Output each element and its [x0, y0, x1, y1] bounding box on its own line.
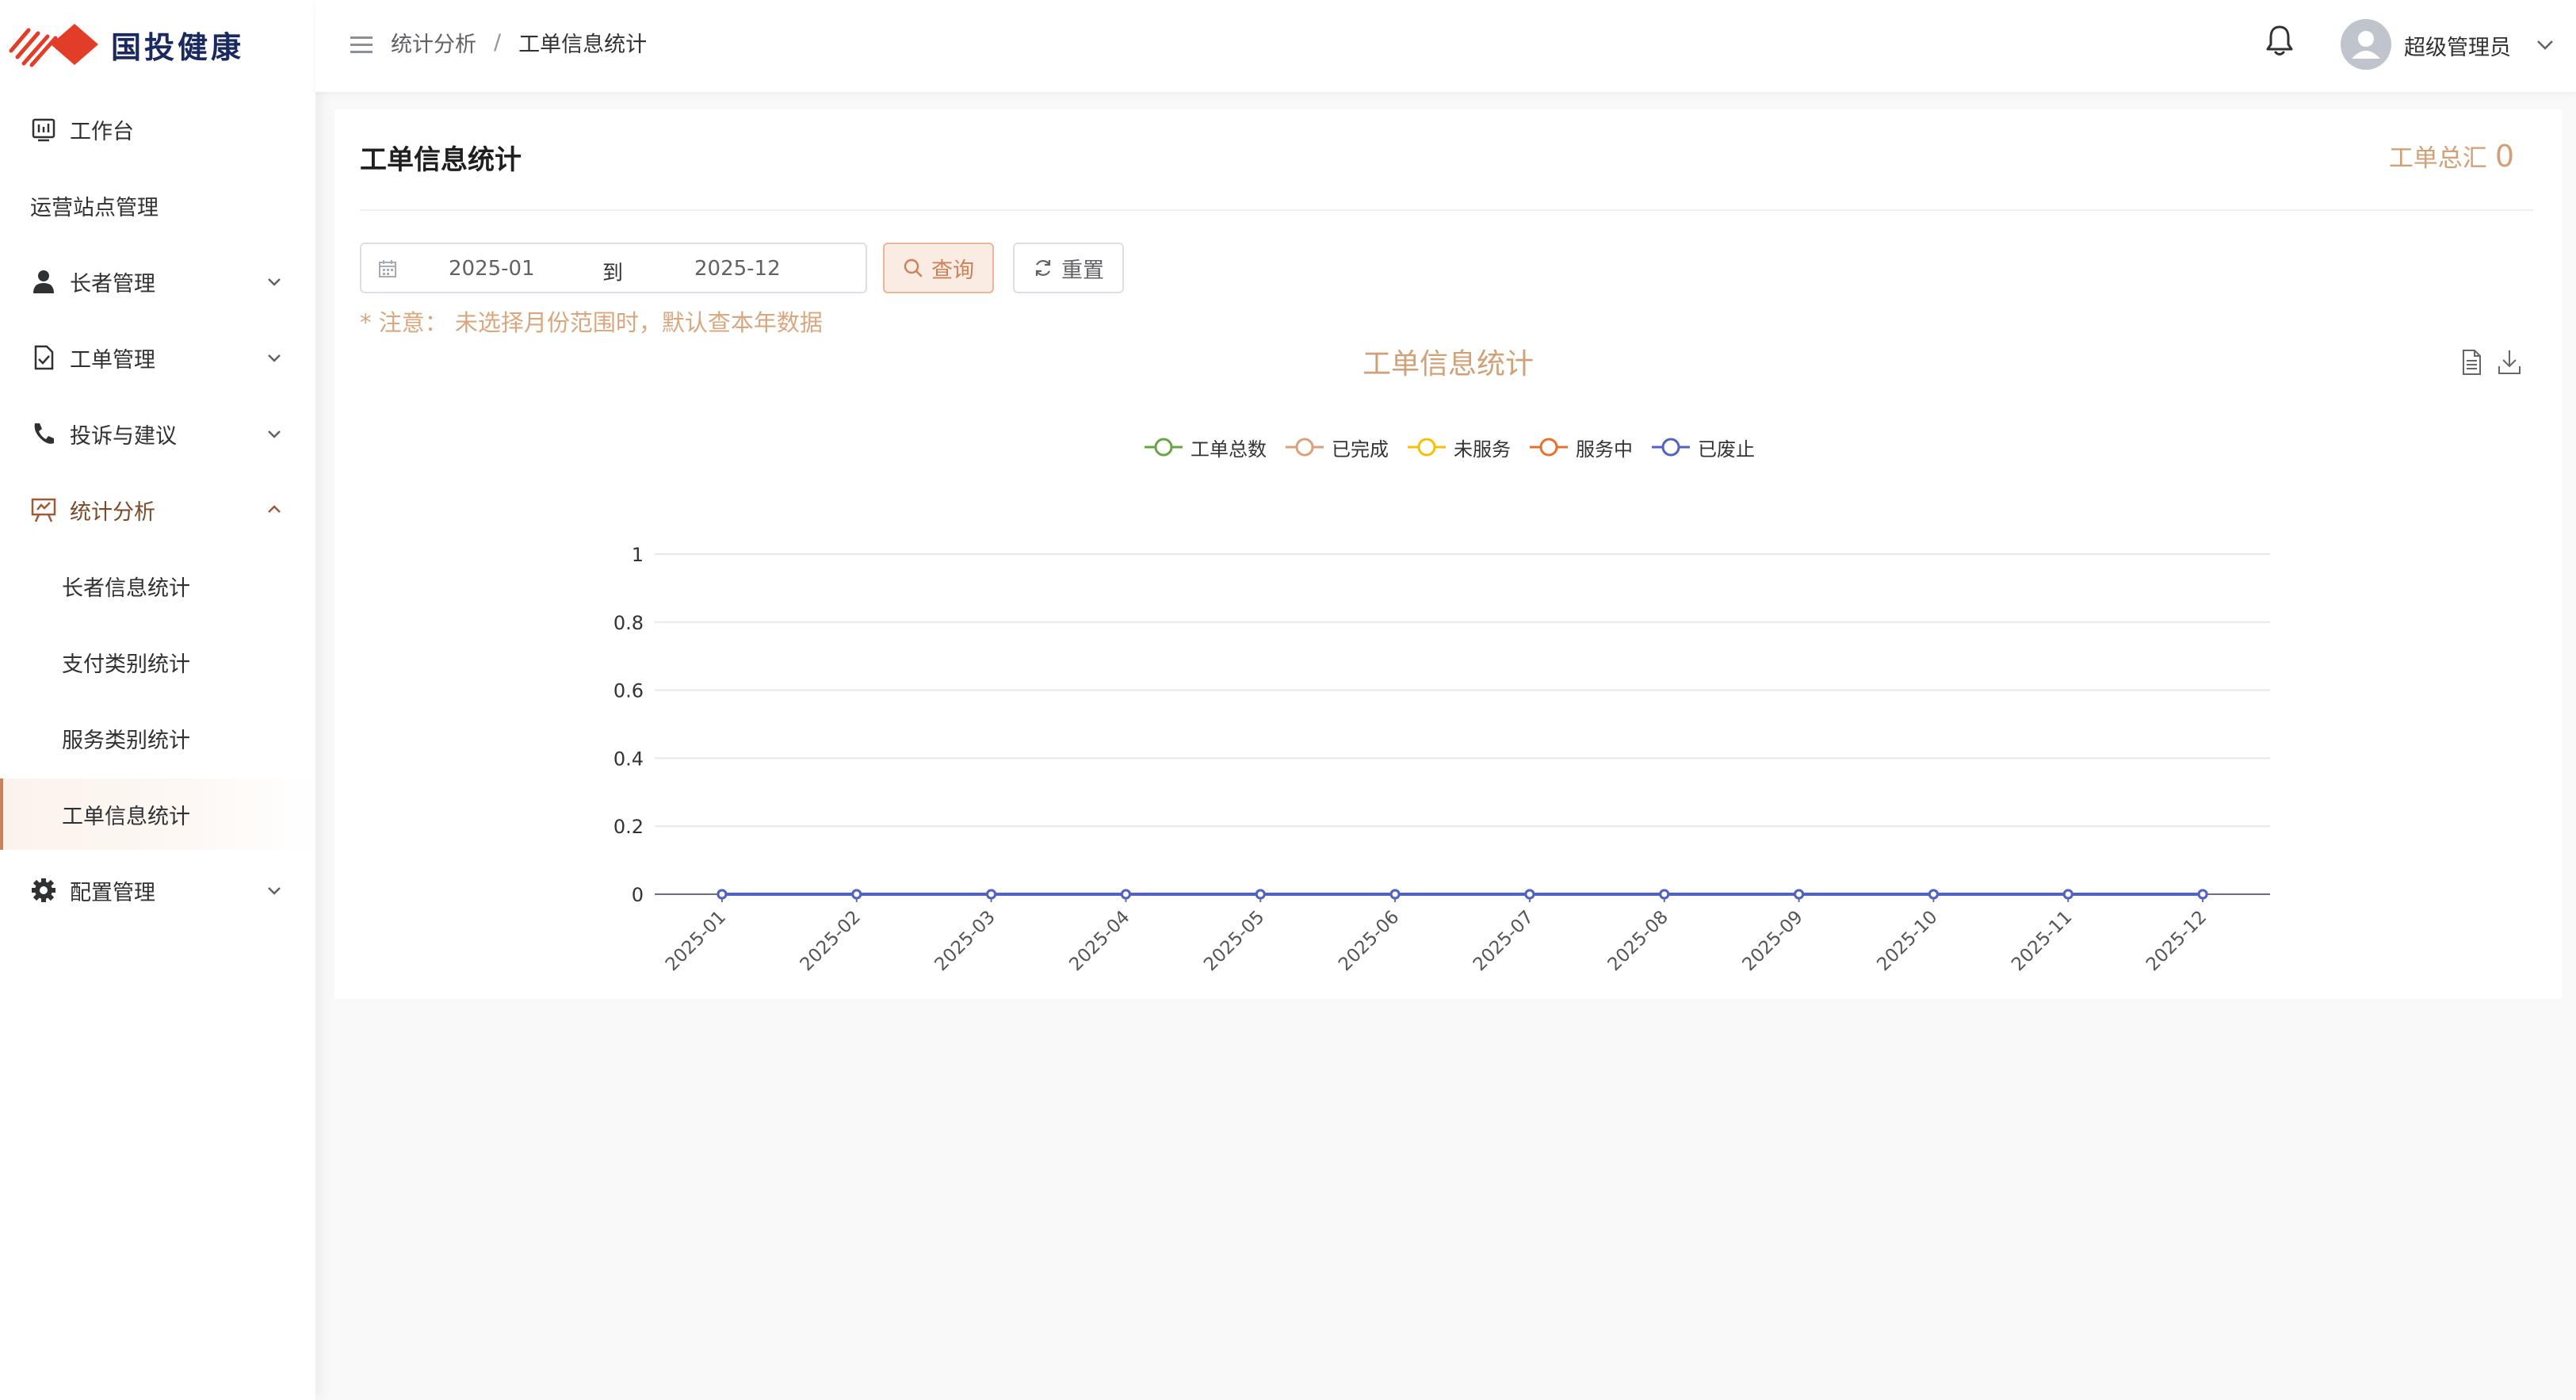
gear-icon [30, 877, 57, 904]
y-tick-label: 1 [632, 544, 644, 566]
chevron-down-icon[interactable] [265, 424, 284, 443]
sidebar-item-10[interactable]: 配置管理 [0, 855, 315, 926]
top-header: 统计分析 / 工单信息统计 超级管理员 [315, 0, 2576, 92]
x-tick-label: 2025-09 [1738, 907, 1806, 975]
sidebar-item-label: 投诉与建议 [70, 423, 177, 449]
sidebar-item-label: 运营站点管理 [30, 195, 159, 220]
line-chart: 0 0.2 0.4 0.6 0.8 1 2025-01 2025-02 2025-03 2025-… [613, 544, 2270, 975]
x-tick-label: 2025-12 [2142, 907, 2211, 975]
avatar[interactable] [2341, 19, 2391, 70]
y-tick-label: 0.2 [613, 816, 644, 838]
data-point[interactable] [1794, 889, 1805, 900]
chevron-down-icon[interactable] [265, 348, 284, 367]
x-tick-label: 2025-06 [1335, 907, 1403, 975]
x-tick-label: 2025-07 [1470, 907, 1538, 975]
data-point[interactable] [1120, 889, 1131, 900]
sidebar-item-8[interactable]: 服务类别统计 [0, 702, 315, 774]
x-tick-label: 2025-02 [797, 907, 865, 975]
sidebar-item-1[interactable]: 运营站点管理 [0, 170, 315, 241]
data-point[interactable] [2062, 889, 2073, 900]
sidebar-item-2[interactable]: 长者管理 [0, 246, 315, 317]
sidebar-item-label: 长者管理 [70, 271, 155, 296]
document-check-icon [30, 344, 57, 371]
breadcrumb-item-current: 工单信息统计 [518, 33, 648, 57]
sidebar-item-label: 工单信息统计 [62, 804, 190, 829]
y-tick-label: 0.8 [613, 612, 644, 634]
sidebar-item-label: 工单管理 [70, 347, 155, 373]
data-point[interactable] [1255, 889, 1266, 900]
hamburger-icon[interactable] [349, 33, 374, 57]
presentation-icon [30, 496, 57, 523]
phone-icon [30, 420, 57, 447]
sidebar-item-9[interactable]: 工单信息统计 [0, 778, 315, 850]
bell-icon[interactable] [2264, 24, 2295, 57]
sidebar-item-label: 工作台 [70, 119, 134, 144]
sidebar-item-label: 支付类别统计 [62, 652, 190, 677]
sidebar-item-label: 长者信息统计 [62, 576, 190, 601]
chevron-down-icon[interactable] [2535, 35, 2555, 55]
x-tick-label: 2025-11 [2008, 907, 2076, 975]
data-point[interactable] [1659, 889, 1670, 900]
data-point[interactable] [717, 889, 728, 900]
breadcrumb: 统计分析 / 工单信息统计 [391, 27, 647, 58]
sidebar-item-4[interactable]: 投诉与建议 [0, 398, 315, 469]
data-point[interactable] [1389, 889, 1401, 900]
y-tick-label: 0.6 [613, 680, 644, 702]
brand-logo-icon [9, 24, 98, 67]
data-point[interactable] [2197, 889, 2208, 900]
data-point[interactable] [986, 889, 997, 900]
brand-logo[interactable]: 国投健康 [8, 16, 309, 73]
sidebar-item-label: 服务类别统计 [62, 728, 190, 753]
x-tick-label: 2025-01 [662, 907, 730, 975]
chevron-down-icon[interactable] [265, 881, 284, 900]
main-panel: 工单信息统计 工单总汇 0 2025-01 到 2025-12 查询 重置 * … [334, 109, 2562, 999]
sidebar-item-label: 统计分析 [70, 499, 155, 525]
data-point[interactable] [1524, 889, 1535, 900]
chevron-down-icon[interactable] [265, 272, 284, 291]
sidebar-item-7[interactable]: 支付类别统计 [0, 626, 315, 698]
data-point[interactable] [851, 889, 862, 900]
chevron-up-icon[interactable] [265, 500, 284, 519]
y-tick-label: 0 [632, 884, 644, 906]
active-indicator [0, 778, 3, 850]
sidebar-item-6[interactable]: 长者信息统计 [0, 550, 315, 622]
person-icon [30, 268, 57, 295]
x-tick-label: 2025-10 [1873, 907, 1941, 975]
breadcrumb-item-statistics[interactable]: 统计分析 [391, 27, 476, 58]
sidebar: 国投健康 工作台运营站点管理长者管理工单管理投诉与建议统计分析长者信息统计 支付类… [0, 0, 315, 1400]
sidebar-item-3[interactable]: 工单管理 [0, 322, 315, 393]
x-tick-label: 2025-03 [931, 907, 999, 975]
sidebar-item-0[interactable]: 工作台 [0, 94, 315, 165]
dashboard-icon [30, 116, 57, 143]
user-avatar-icon [2352, 31, 2380, 59]
x-tick-label: 2025-04 [1065, 907, 1133, 975]
x-tick-label: 2025-08 [1604, 907, 1672, 975]
y-tick-label: 0.4 [613, 748, 644, 770]
sidebar-item-5[interactable]: 统计分析 [0, 474, 315, 545]
breadcrumb-separator: / [494, 30, 502, 55]
brand-name: 国投健康 [111, 29, 245, 65]
username[interactable]: 超级管理员 [2404, 30, 2511, 61]
sidebar-item-label: 配置管理 [70, 880, 155, 905]
data-point[interactable] [1928, 889, 1939, 900]
x-tick-label: 2025-05 [1200, 907, 1268, 975]
